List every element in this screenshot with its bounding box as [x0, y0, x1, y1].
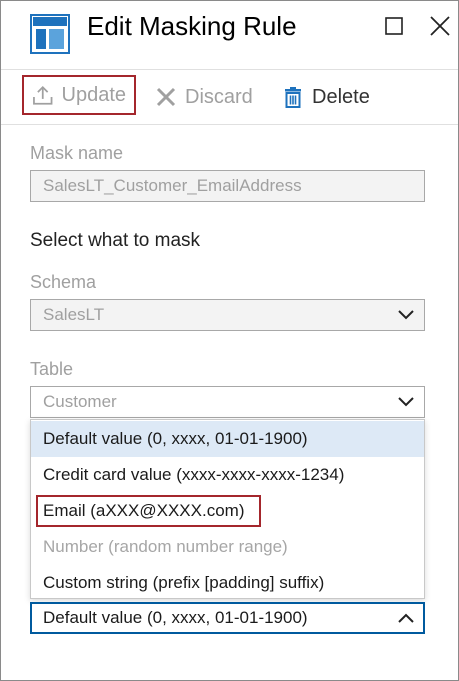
table-select[interactable]: Customer [30, 386, 425, 418]
delete-button[interactable]: Delete [282, 71, 370, 123]
discard-label: Discard [185, 85, 253, 108]
discard-button[interactable]: Discard [155, 71, 253, 123]
update-label: Update [61, 83, 127, 106]
command-bar: Update Discard Delete [1, 71, 458, 123]
masking-field-format-select[interactable]: Default value (0, xxxx, 01-01-1900) [30, 602, 425, 634]
mask-name-field: SalesLT_Customer_EmailAddress [30, 170, 425, 202]
discard-x-icon [156, 87, 176, 107]
option-label: Number (random number range) [43, 537, 288, 556]
schema-value: SalesLT [43, 305, 105, 324]
dropdown-option-default-value[interactable]: Default value (0, xxxx, 01-01-1900) [31, 421, 424, 457]
schema-label: Schema [30, 272, 97, 292]
table-value: Customer [43, 392, 117, 411]
trash-icon [285, 87, 301, 108]
edit-masking-rule-blade: Edit Masking Rule Update Discard Delete … [0, 0, 459, 681]
option-label: Default value (0, xxxx, 01-01-1900) [43, 429, 308, 448]
blade-header: Edit Masking Rule [1, 1, 458, 67]
mask-name-value: SalesLT_Customer_EmailAddress [43, 176, 302, 195]
masking-rule-app-icon [30, 14, 70, 54]
option-label: Credit card value (xxxx-xxxx-xxxx-1234) [43, 465, 345, 484]
blade-title: Edit Masking Rule [87, 11, 297, 41]
dropdown-option-credit-card[interactable]: Credit card value (xxxx-xxxx-xxxx-1234) [31, 457, 424, 493]
header-divider [1, 69, 458, 70]
option-label: Custom string (prefix [padding] suffix) [43, 573, 325, 592]
maximize-icon[interactable] [385, 17, 403, 35]
chevron-down-icon [398, 310, 414, 320]
table-label: Table [30, 359, 74, 379]
chevron-up-icon [398, 613, 414, 623]
select-what-to-mask-heading: Select what to mask [30, 230, 201, 251]
delete-label: Delete [312, 85, 370, 108]
update-button[interactable]: Update [22, 75, 136, 115]
masking-field-value: Default value (0, xxxx, 01-01-1900) [43, 608, 308, 627]
upload-icon [33, 85, 53, 105]
mask-name-label: Mask name [30, 143, 124, 163]
dropdown-option-number: Number (random number range) [31, 529, 424, 565]
toolbar-divider [1, 124, 458, 125]
masking-field-format-dropdown: Default value (0, xxxx, 01-01-1900) Cred… [30, 419, 425, 599]
dropdown-option-custom-string[interactable]: Custom string (prefix [padding] suffix) [31, 565, 424, 601]
chevron-down-icon [398, 397, 414, 407]
close-icon[interactable] [429, 15, 451, 37]
dropdown-option-email[interactable]: Email (aXXX@XXXX.com) [31, 493, 424, 529]
schema-select[interactable]: SalesLT [30, 299, 425, 331]
email-option-highlight-box [36, 495, 261, 527]
